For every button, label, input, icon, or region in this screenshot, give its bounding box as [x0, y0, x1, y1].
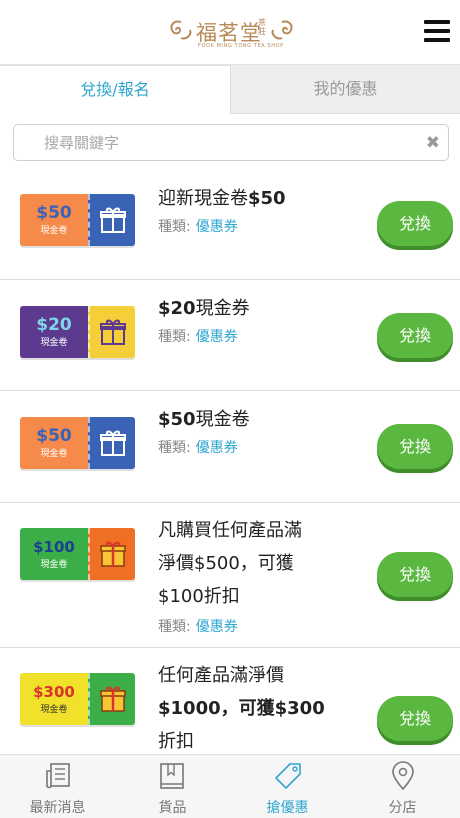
gift-icon: [100, 430, 126, 456]
tab-redeem[interactable]: 兌換/報名: [0, 65, 230, 114]
app-header: 福茗堂 茶莊 FOOK MING TONG TEA SHOP: [0, 0, 460, 65]
tabbar-item-news[interactable]: 最新消息: [0, 755, 115, 818]
logo-swirl-right-icon: [271, 20, 293, 40]
redeem-button[interactable]: 兌換: [377, 696, 453, 741]
item-type-value: 優惠券: [195, 329, 238, 345]
list-item[interactable]: $20 現金卷 $20現金券 種類: 優惠券 兌換: [0, 280, 460, 391]
list-item[interactable]: $100 現金卷 凡購買任何產品滿 淨價$500，可獲 $100折扣 種類: 優惠…: [0, 503, 460, 648]
coupon-tag: 現金卷: [40, 226, 68, 236]
coupon-image: $300 現金卷: [20, 673, 135, 725]
item-title: 迎新現金卷$50: [158, 188, 286, 209]
list-item[interactable]: $50 現金卷 迎新現金卷$50 種類: 優惠券 兌換: [0, 168, 460, 280]
tabbar-item-stores[interactable]: 分店: [345, 755, 460, 818]
tabbar-label: 分店: [388, 800, 417, 816]
hamburger-menu-icon[interactable]: [424, 20, 450, 42]
coupon-tag: 現金卷: [40, 705, 68, 715]
item-title: 任何產品滿淨價 $1000，可獲$300 折扣: [158, 665, 325, 752]
tab-bar: 兌換/報名 我的優惠: [0, 65, 460, 114]
location-pin-icon: [392, 761, 414, 791]
item-type: 種類: 優惠券: [158, 440, 238, 456]
search-input[interactable]: [44, 133, 404, 153]
tabbar-label: 貨品: [158, 800, 187, 816]
coupon-amount: $20: [36, 315, 72, 335]
item-title: 凡購買任何產品滿 淨價$500，可獲 $100折扣: [158, 520, 302, 607]
gift-icon: [100, 686, 126, 712]
logo-swirl-icon: [170, 20, 192, 40]
bottom-tab-bar: 最新消息 貨品 搶優惠 分店: [0, 754, 460, 818]
coupon-amount: $50: [36, 426, 72, 446]
clear-icon[interactable]: ✖: [426, 132, 440, 154]
item-type: 種類: 優惠券: [158, 219, 238, 235]
item-title: $50現金卷: [158, 409, 250, 430]
logo-subtitle: FOOK MING TONG TEA SHOP: [198, 43, 284, 49]
redeem-button[interactable]: 兌換: [377, 552, 453, 597]
coupon-image: $100 現金卷: [20, 528, 135, 580]
tabbar-item-products[interactable]: 貨品: [115, 755, 230, 818]
coupon-tag: 現金卷: [40, 338, 68, 348]
tabbar-label: 最新消息: [29, 800, 86, 816]
coupon-amount: $50: [36, 203, 72, 223]
gift-icon: [100, 207, 126, 233]
coupon-tag: 現金卷: [40, 560, 68, 570]
list-item[interactable]: $50 現金卷 $50現金卷 種類: 優惠券 兌換: [0, 391, 460, 503]
redeem-button[interactable]: 兌換: [377, 313, 453, 358]
book-icon: [160, 763, 184, 789]
news-icon: [46, 763, 70, 789]
item-type-value: 優惠券: [195, 619, 238, 635]
item-type-value: 優惠券: [195, 440, 238, 456]
logo-badge: 茶莊: [258, 18, 266, 36]
coupon-tag: 現金卷: [40, 449, 68, 459]
tabbar-label: 搶優惠: [266, 800, 309, 816]
item-type: 種類: 優惠券: [158, 619, 238, 635]
redeem-button[interactable]: 兌換: [377, 424, 453, 469]
coupon-image: $50 現金卷: [20, 194, 135, 246]
redeem-button[interactable]: 兌換: [377, 201, 453, 246]
coupon-image: $20 現金卷: [20, 306, 135, 358]
gift-icon: [100, 541, 126, 567]
search-box: ✖: [13, 124, 449, 161]
coupon-amount: $300: [33, 683, 75, 701]
tabbar-item-deals[interactable]: 搶優惠: [230, 755, 345, 818]
tag-icon: [275, 763, 301, 789]
coupon-image: $50 現金卷: [20, 417, 135, 469]
brand-logo[interactable]: 福茗堂 茶莊 FOOK MING TONG TEA SHOP: [168, 14, 294, 50]
item-title: $20現金券: [158, 298, 250, 319]
item-type-value: 優惠券: [195, 219, 238, 235]
item-type: 種類: 優惠券: [158, 329, 238, 345]
gift-icon: [100, 319, 126, 345]
tab-my-offers[interactable]: 我的優惠: [230, 65, 460, 114]
coupon-amount: $100: [33, 538, 75, 556]
list-item[interactable]: $300 現金卷 任何產品滿淨價 $1000，可獲$300 折扣 兌換: [0, 648, 460, 754]
